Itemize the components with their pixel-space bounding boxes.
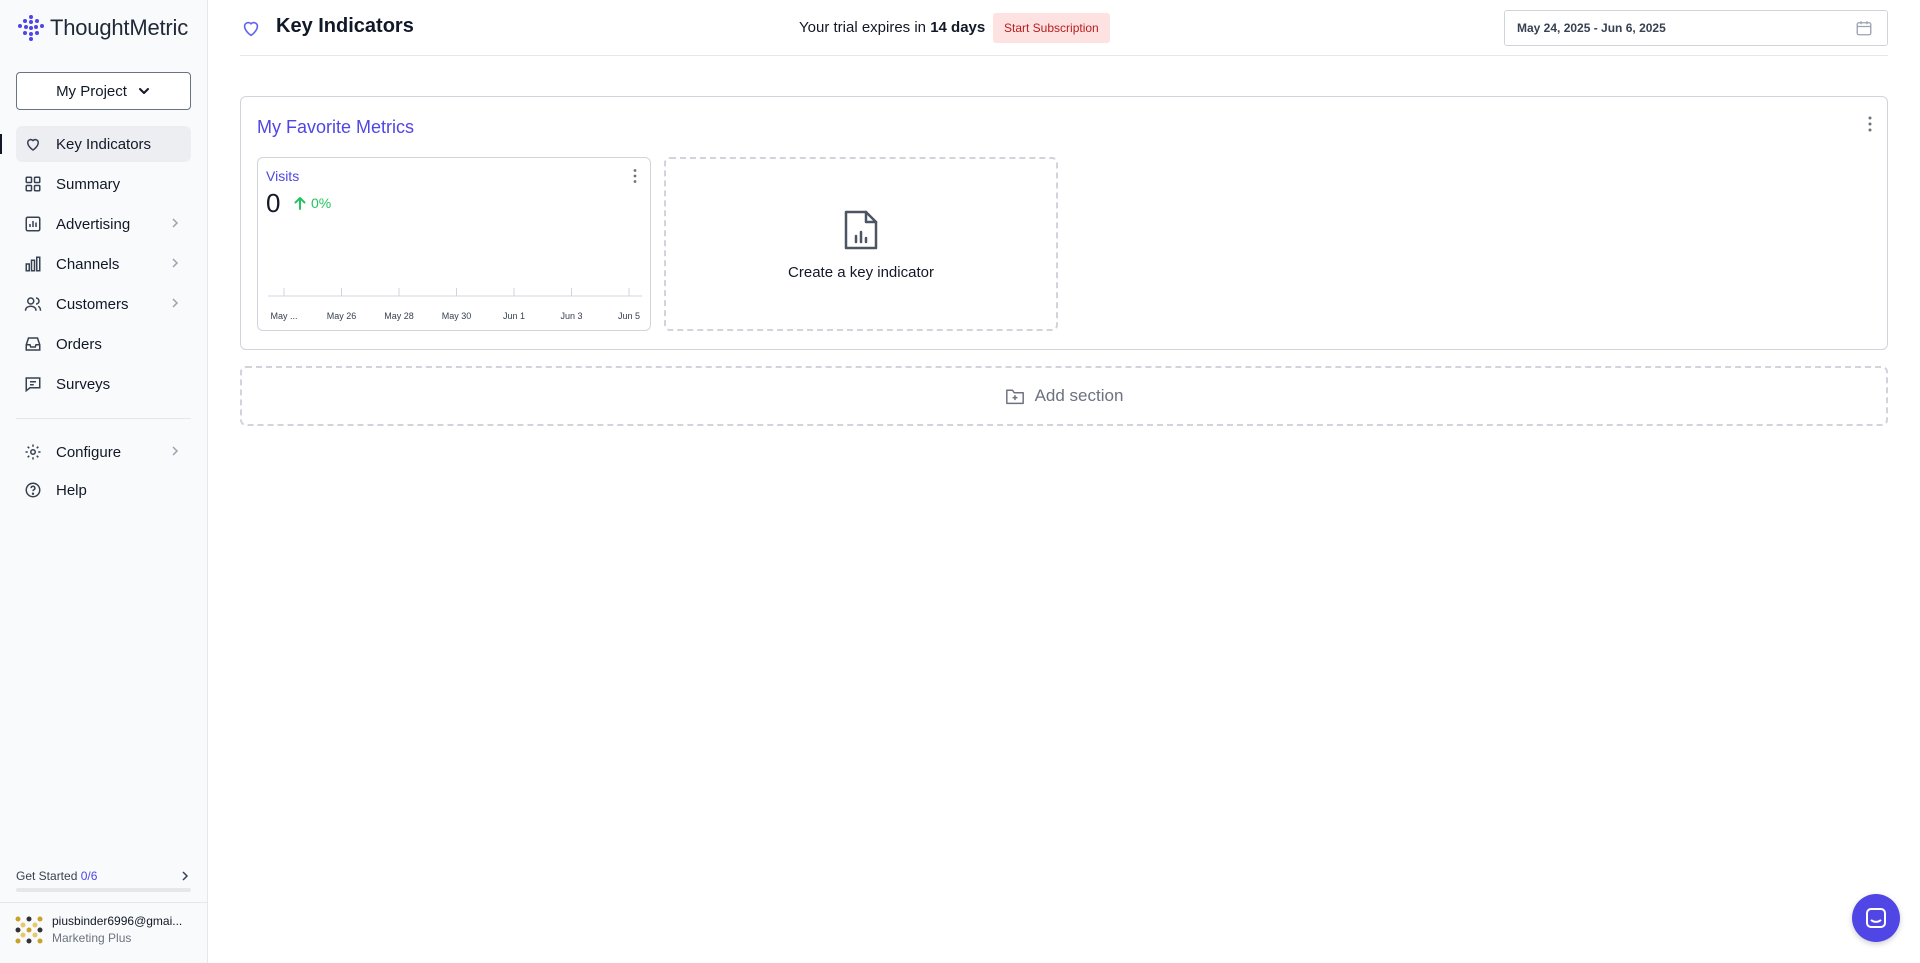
get-started-progress	[16, 888, 191, 892]
main-nav: Key Indicators Summary Advertising Chann…	[16, 126, 191, 406]
message-icon	[24, 375, 42, 393]
get-started-count: 0/6	[80, 869, 98, 883]
grid-icon	[24, 175, 42, 193]
trial-days: 14 days	[930, 19, 986, 36]
date-range-value: May 24, 2025 - Jun 6, 2025	[1517, 21, 1666, 35]
nav-item-key-indicators[interactable]: Key Indicators	[16, 126, 191, 162]
nav-label: Advertising	[56, 215, 131, 233]
x-tick-label: May 28	[384, 311, 414, 321]
gear-icon	[24, 443, 42, 461]
metric-title: Visits	[266, 168, 300, 184]
avatar	[15, 916, 43, 943]
get-started-label: Get Started	[16, 869, 78, 883]
users-icon	[24, 295, 42, 313]
nav-label: Orders	[56, 335, 102, 353]
project-label: My Project	[56, 82, 127, 100]
add-section-label: Add section	[1034, 386, 1124, 405]
start-subscription-button[interactable]: Start Subscription	[993, 13, 1110, 43]
heart-icon[interactable]	[240, 17, 262, 39]
sidebar: ThoughtMetric My Project Key Indicators …	[0, 0, 208, 963]
nav-item-surveys[interactable]: Surveys	[16, 366, 191, 402]
metrics-section: My Favorite Metrics Visits 0 0% May ... M…	[240, 96, 1888, 350]
chart-icon	[24, 215, 42, 233]
arrow-up-icon	[294, 197, 306, 210]
nav-item-channels[interactable]: Channels	[16, 246, 191, 282]
chevron-down-icon	[138, 88, 149, 94]
calendar-icon	[1856, 21, 1872, 36]
user-divider	[0, 902, 208, 903]
nav-item-customers[interactable]: Customers	[16, 286, 191, 322]
user-info: piusbinder6996@gmai... Marketing Plus	[52, 914, 196, 945]
nav-divider	[16, 418, 191, 419]
user-email: piusbinder6996@gmai...	[52, 914, 183, 928]
help-icon	[24, 481, 42, 499]
user-plan: Marketing Plus	[52, 931, 132, 945]
date-range-picker[interactable]: May 24, 2025 - Jun 6, 2025	[1504, 10, 1888, 46]
metric-value: 0	[266, 188, 281, 218]
create-key-indicator-card[interactable]: Create a key indicator	[664, 157, 1058, 331]
nav-item-help[interactable]: Help	[16, 472, 191, 508]
user-profile[interactable]: piusbinder6996@gmai... Marketing Plus	[14, 914, 196, 945]
more-vertical-icon[interactable]	[632, 168, 638, 184]
chat-support-button[interactable]	[1852, 894, 1900, 942]
file-chart-icon	[844, 210, 878, 249]
more-vertical-icon[interactable]	[1867, 115, 1873, 133]
bar-chart-icon	[24, 255, 42, 273]
section-title[interactable]: My Favorite Metrics	[257, 117, 414, 138]
brand-logo[interactable]: ThoughtMetric	[16, 14, 188, 42]
project-selector[interactable]: My Project	[16, 72, 191, 110]
nav-label: Customers	[56, 295, 129, 313]
logo-icon	[18, 15, 44, 41]
nav-label: Channels	[56, 255, 120, 273]
active-indicator	[0, 134, 2, 154]
nav-item-configure[interactable]: Configure	[16, 434, 191, 470]
chevron-right-icon	[172, 258, 179, 268]
get-started-link[interactable]: Get Started 0/6	[16, 869, 191, 883]
nav-item-orders[interactable]: Orders	[16, 326, 191, 362]
chat-icon	[1866, 908, 1886, 928]
nav-item-summary[interactable]: Summary	[16, 166, 191, 202]
visits-chart: May ... May 26 May 28 May 30 Jun 1 Jun 3 Jun 5	[268, 288, 642, 321]
add-section-button[interactable]: Add section	[240, 366, 1888, 426]
folder-plus-icon	[1005, 389, 1024, 405]
nav-label: Surveys	[56, 375, 111, 393]
page-title: Key Indicators	[276, 15, 414, 37]
x-tick-label: Jun 5	[618, 311, 640, 321]
x-tick-label: May ...	[270, 311, 297, 321]
get-started-text: Get Started 0/6	[16, 869, 97, 883]
chevron-right-icon	[182, 871, 189, 881]
inbox-icon	[24, 335, 42, 353]
nav-label: Help	[56, 481, 87, 499]
chevron-right-icon	[172, 298, 179, 308]
create-key-indicator-label: Create a key indicator	[788, 263, 934, 281]
nav-label: Key Indicators	[56, 135, 152, 153]
x-tick-label: May 30	[442, 311, 472, 321]
x-tick-label: May 26	[327, 311, 357, 321]
chevron-right-icon	[172, 446, 179, 456]
nav-item-advertising[interactable]: Advertising	[16, 206, 191, 242]
metric-change-value: 0%	[311, 195, 332, 211]
brand-name: ThoughtMetric	[50, 15, 189, 40]
heart-icon	[24, 135, 42, 153]
nav-label: Summary	[56, 175, 121, 193]
x-tick-label: Jun 1	[503, 311, 525, 321]
secondary-nav: Configure Help	[16, 434, 191, 510]
nav-label: Configure	[56, 443, 122, 461]
metric-change: 0%	[294, 195, 331, 211]
trial-notice: Your trial expires in 14 days	[799, 19, 985, 36]
page-header: Key Indicators Your trial expires in 14 …	[240, 0, 1888, 56]
x-tick-label: Jun 3	[560, 311, 582, 321]
chevron-right-icon	[172, 218, 179, 228]
metric-card-visits[interactable]: Visits 0 0% May ... May 26 May 28 May 30 Jun…	[257, 157, 651, 331]
trial-prefix: Your trial expires in	[799, 19, 927, 36]
